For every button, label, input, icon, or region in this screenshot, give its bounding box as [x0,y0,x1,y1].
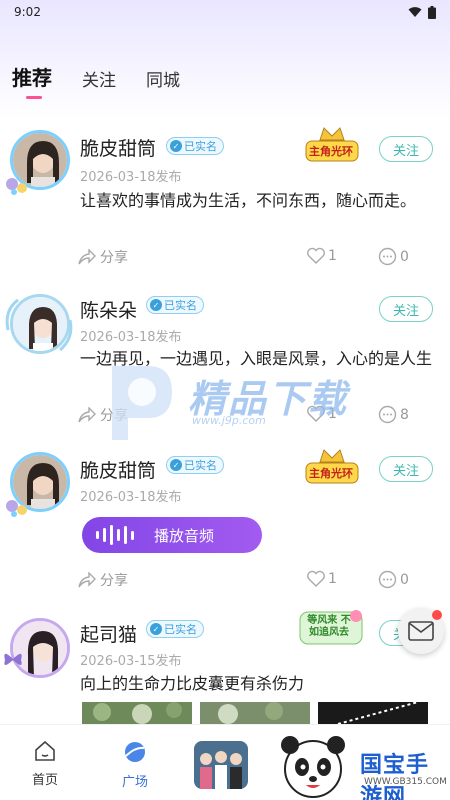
mail-icon [408,621,434,641]
status-bar: 9:02 [0,0,450,24]
nav-square-label: 广场 [121,775,148,790]
watermark-url: www.j9p.com [192,414,266,427]
post-content: 让喜欢的事情成为生活，不问东西，随心而走。 [80,191,417,210]
message-button[interactable] [398,608,444,654]
post-date: 2026-03-15发布 [80,654,182,669]
play-audio-label: 播放音频 [154,526,215,545]
verified-check-icon: ✓ [150,623,162,635]
tab-following[interactable]: 关注 [82,66,116,91]
post-photo[interactable] [82,702,192,724]
verified-badge: ✓ 已实名 [146,296,204,314]
tab-recommend[interactable]: 推荐 [12,62,52,99]
logo-watermark: 国宝手游网 WWW.GB315.COM [266,733,450,800]
battery-icon [428,5,436,19]
watermark-overlay: 精品下载 www.j9p.com [92,362,362,442]
status-time: 9:02 [14,5,41,19]
follow-button[interactable]: 关注 [379,296,433,322]
nav-home[interactable]: 首页 [20,739,70,788]
watermark-logo-icon [112,366,172,440]
avatar-frame-flowers-icon [6,178,27,195]
heart-icon [307,247,325,264]
feed-tabs: 推荐 关注 同城 [12,62,180,99]
notification-dot [432,610,442,620]
post-content: 向上的生命力比皮囊更有杀伤力 [80,674,305,693]
heart-icon [307,570,325,587]
comment-button[interactable]: 8 [378,405,409,424]
follow-button[interactable]: 关注 [379,456,433,482]
verified-check-icon: ✓ [150,299,162,311]
post-photo[interactable] [318,702,428,724]
tab-local[interactable]: 同城 [146,66,180,91]
share-icon [78,572,96,588]
verified-badge: ✓ 已实名 [166,137,224,155]
like-button[interactable]: 1 [306,247,337,265]
share-button[interactable]: 分享 [78,247,128,267]
planet-icon [125,742,145,762]
post-photo[interactable] [200,702,310,724]
badge-label: 等风来 不如追风去 [307,615,351,638]
comment-icon [378,247,397,266]
nav-home-label: 首页 [31,773,58,788]
post-date: 2026-03-18发布 [80,330,182,345]
comment-count: 8 [400,406,409,423]
username[interactable]: 脆皮甜筒 [80,456,156,483]
nav-promo-thumbnail[interactable] [194,741,248,789]
comment-button[interactable]: 0 [378,570,409,589]
home-icon [35,740,55,761]
logo-watermark-url: WWW.GB315.COM [364,777,447,787]
verified-badge: ✓ 已实名 [146,620,204,638]
like-count: 1 [328,248,337,264]
post-actions: 分享 1 0 [0,247,450,267]
share-icon [78,249,96,265]
avatar-frame-flowers-icon [6,500,27,517]
like-count: 1 [328,571,337,587]
verified-badge: ✓ 已实名 [166,456,224,474]
badge-label: 主角光环 [309,145,353,158]
bottom-nav: 首页 广场 国宝手游网 WWW.GB315.COM [0,724,450,800]
play-audio-button[interactable]: 播放音频 [82,517,262,553]
post-date: 2026-03-18发布 [80,490,182,505]
wifi-icon [408,7,422,17]
post-photos [82,702,428,724]
verified-check-icon: ✓ [170,140,182,152]
post-actions: 分享 1 0 [0,570,450,590]
comment-icon [378,570,397,589]
nav-square[interactable]: 广场 [110,739,160,790]
username[interactable]: 起司猫 [80,620,137,647]
comment-icon [378,405,397,424]
verified-label: 已实名 [164,299,197,312]
comment-count: 0 [400,248,409,265]
like-button[interactable]: 1 [306,570,337,588]
post-date: 2026-03-18发布 [80,170,182,185]
follow-button[interactable]: 关注 [379,136,433,162]
share-label: 分享 [100,250,128,266]
verified-label: 已实名 [184,459,217,472]
username[interactable]: 陈朵朵 [80,296,137,323]
panda-logo-icon [281,736,345,798]
share-button[interactable]: 分享 [78,570,128,590]
badge-label: 主角光环 [309,467,353,480]
audio-wave-icon [96,525,134,545]
verified-label: 已实名 [184,140,217,153]
comment-button[interactable]: 0 [378,247,409,266]
avatar-frame-butterfly-icon [4,653,22,665]
share-label: 分享 [100,573,128,589]
username[interactable]: 脆皮甜筒 [80,134,156,161]
status-icons [408,5,436,19]
verified-check-icon: ✓ [170,459,182,471]
logo-watermark-text: 国宝手游网 [360,753,430,800]
verified-label: 已实名 [164,623,197,636]
comment-count: 0 [400,571,409,588]
avatar-frame-feather-icon [5,298,73,352]
